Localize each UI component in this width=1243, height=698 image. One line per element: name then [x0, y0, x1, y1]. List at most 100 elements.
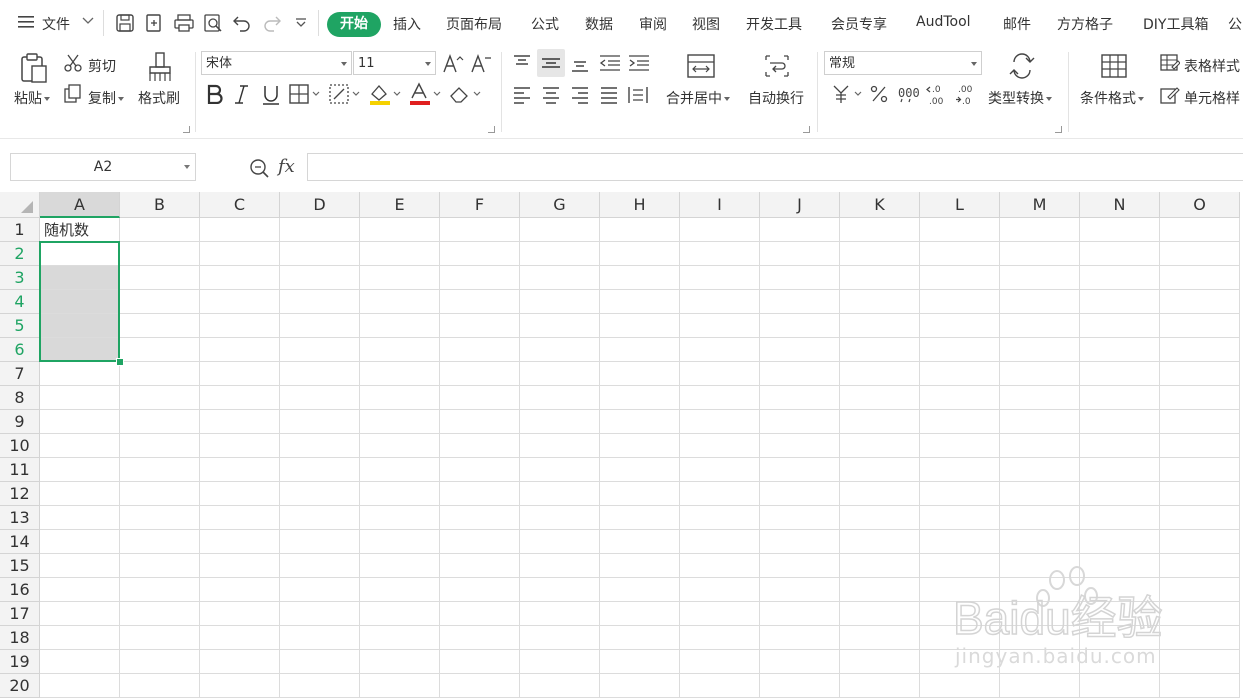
cell-n6[interactable] — [1080, 338, 1160, 362]
cut-button[interactable]: 剪切 — [88, 56, 116, 76]
cell-b18[interactable] — [120, 626, 200, 650]
align-left-icon[interactable] — [512, 86, 532, 104]
cell-f2[interactable] — [440, 242, 520, 266]
font-name-combo[interactable]: 宋体 — [201, 51, 352, 75]
cell-c5[interactable] — [200, 314, 280, 338]
cell-b14[interactable] — [120, 530, 200, 554]
cell-d8[interactable] — [280, 386, 360, 410]
cell-g14[interactable] — [520, 530, 600, 554]
quick-access-more-icon[interactable] — [295, 17, 307, 29]
cell-i8[interactable] — [680, 386, 760, 410]
cell-g11[interactable] — [520, 458, 600, 482]
number-format-combo[interactable]: 常规 — [824, 51, 982, 75]
cell-n9[interactable] — [1080, 410, 1160, 434]
cell-h1[interactable] — [600, 218, 680, 242]
tab-view[interactable]: 视图 — [692, 14, 720, 34]
cell-e10[interactable] — [360, 434, 440, 458]
cell-a19[interactable] — [40, 650, 120, 674]
cell-j18[interactable] — [760, 626, 840, 650]
cell-c15[interactable] — [200, 554, 280, 578]
cell-a1[interactable]: 随机数 — [40, 218, 120, 242]
cell-o13[interactable] — [1160, 506, 1240, 530]
cell-d4[interactable] — [280, 290, 360, 314]
cell-k4[interactable] — [840, 290, 920, 314]
cell-d11[interactable] — [280, 458, 360, 482]
cell-f4[interactable] — [440, 290, 520, 314]
cell-c3[interactable] — [200, 266, 280, 290]
cell-i20[interactable] — [680, 674, 760, 698]
eraser-icon[interactable] — [448, 84, 482, 104]
row-header-9[interactable]: 9 — [0, 410, 40, 434]
cell-d20[interactable] — [280, 674, 360, 698]
cell-i18[interactable] — [680, 626, 760, 650]
clipboard-dialog-launcher[interactable] — [183, 126, 190, 133]
cell-l14[interactable] — [920, 530, 1000, 554]
cell-j8[interactable] — [760, 386, 840, 410]
cell-h8[interactable] — [600, 386, 680, 410]
column-header-e[interactable]: E — [360, 192, 440, 218]
cell-m4[interactable] — [1000, 290, 1080, 314]
cell-k12[interactable] — [840, 482, 920, 506]
cell-g15[interactable] — [520, 554, 600, 578]
scissors-icon[interactable] — [63, 53, 83, 73]
cell-d12[interactable] — [280, 482, 360, 506]
cell-g1[interactable] — [520, 218, 600, 242]
row-header-10[interactable]: 10 — [0, 434, 40, 458]
cell-e4[interactable] — [360, 290, 440, 314]
cell-m12[interactable] — [1000, 482, 1080, 506]
fx-button[interactable]: fx — [278, 156, 295, 177]
row-header-17[interactable]: 17 — [0, 602, 40, 626]
cell-h2[interactable] — [600, 242, 680, 266]
cell-f5[interactable] — [440, 314, 520, 338]
cell-c4[interactable] — [200, 290, 280, 314]
cell-j14[interactable] — [760, 530, 840, 554]
merge-center-button[interactable]: 合并居中 — [666, 88, 730, 108]
formula-input[interactable] — [307, 153, 1243, 181]
cell-h10[interactable] — [600, 434, 680, 458]
number-dialog-launcher[interactable] — [1055, 126, 1062, 133]
cell-d17[interactable] — [280, 602, 360, 626]
cell-l4[interactable] — [920, 290, 1000, 314]
cell-k14[interactable] — [840, 530, 920, 554]
cell-e18[interactable] — [360, 626, 440, 650]
cell-g10[interactable] — [520, 434, 600, 458]
conditional-format-icon[interactable] — [1100, 52, 1128, 80]
cell-e1[interactable] — [360, 218, 440, 242]
cell-h16[interactable] — [600, 578, 680, 602]
cell-c19[interactable] — [200, 650, 280, 674]
cell-h18[interactable] — [600, 626, 680, 650]
cell-g20[interactable] — [520, 674, 600, 698]
cell-o1[interactable] — [1160, 218, 1240, 242]
cell-d19[interactable] — [280, 650, 360, 674]
cell-c13[interactable] — [200, 506, 280, 530]
cell-g3[interactable] — [520, 266, 600, 290]
cell-n3[interactable] — [1080, 266, 1160, 290]
align-center-icon[interactable] — [541, 86, 561, 104]
cell-i15[interactable] — [680, 554, 760, 578]
decrease-indent-icon[interactable] — [598, 54, 622, 72]
row-header-15[interactable]: 15 — [0, 554, 40, 578]
row-header-12[interactable]: 12 — [0, 482, 40, 506]
cell-n5[interactable] — [1080, 314, 1160, 338]
paste-icon[interactable] — [18, 52, 50, 84]
cell-h7[interactable] — [600, 362, 680, 386]
cell-l2[interactable] — [920, 242, 1000, 266]
row-header-7[interactable]: 7 — [0, 362, 40, 386]
cell-o4[interactable] — [1160, 290, 1240, 314]
align-top-icon[interactable] — [512, 54, 532, 72]
cell-k18[interactable] — [840, 626, 920, 650]
cell-b1[interactable] — [120, 218, 200, 242]
cell-i2[interactable] — [680, 242, 760, 266]
cell-g5[interactable] — [520, 314, 600, 338]
tab-diy-toolbox[interactable]: DIY工具箱 — [1143, 14, 1208, 34]
cell-d1[interactable] — [280, 218, 360, 242]
cell-k7[interactable] — [840, 362, 920, 386]
column-header-o[interactable]: O — [1160, 192, 1240, 218]
cell-c17[interactable] — [200, 602, 280, 626]
cell-e7[interactable] — [360, 362, 440, 386]
cell-f8[interactable] — [440, 386, 520, 410]
cell-f20[interactable] — [440, 674, 520, 698]
cell-l5[interactable] — [920, 314, 1000, 338]
thousands-separator-icon[interactable]: 000 — [897, 84, 921, 104]
cell-b19[interactable] — [120, 650, 200, 674]
